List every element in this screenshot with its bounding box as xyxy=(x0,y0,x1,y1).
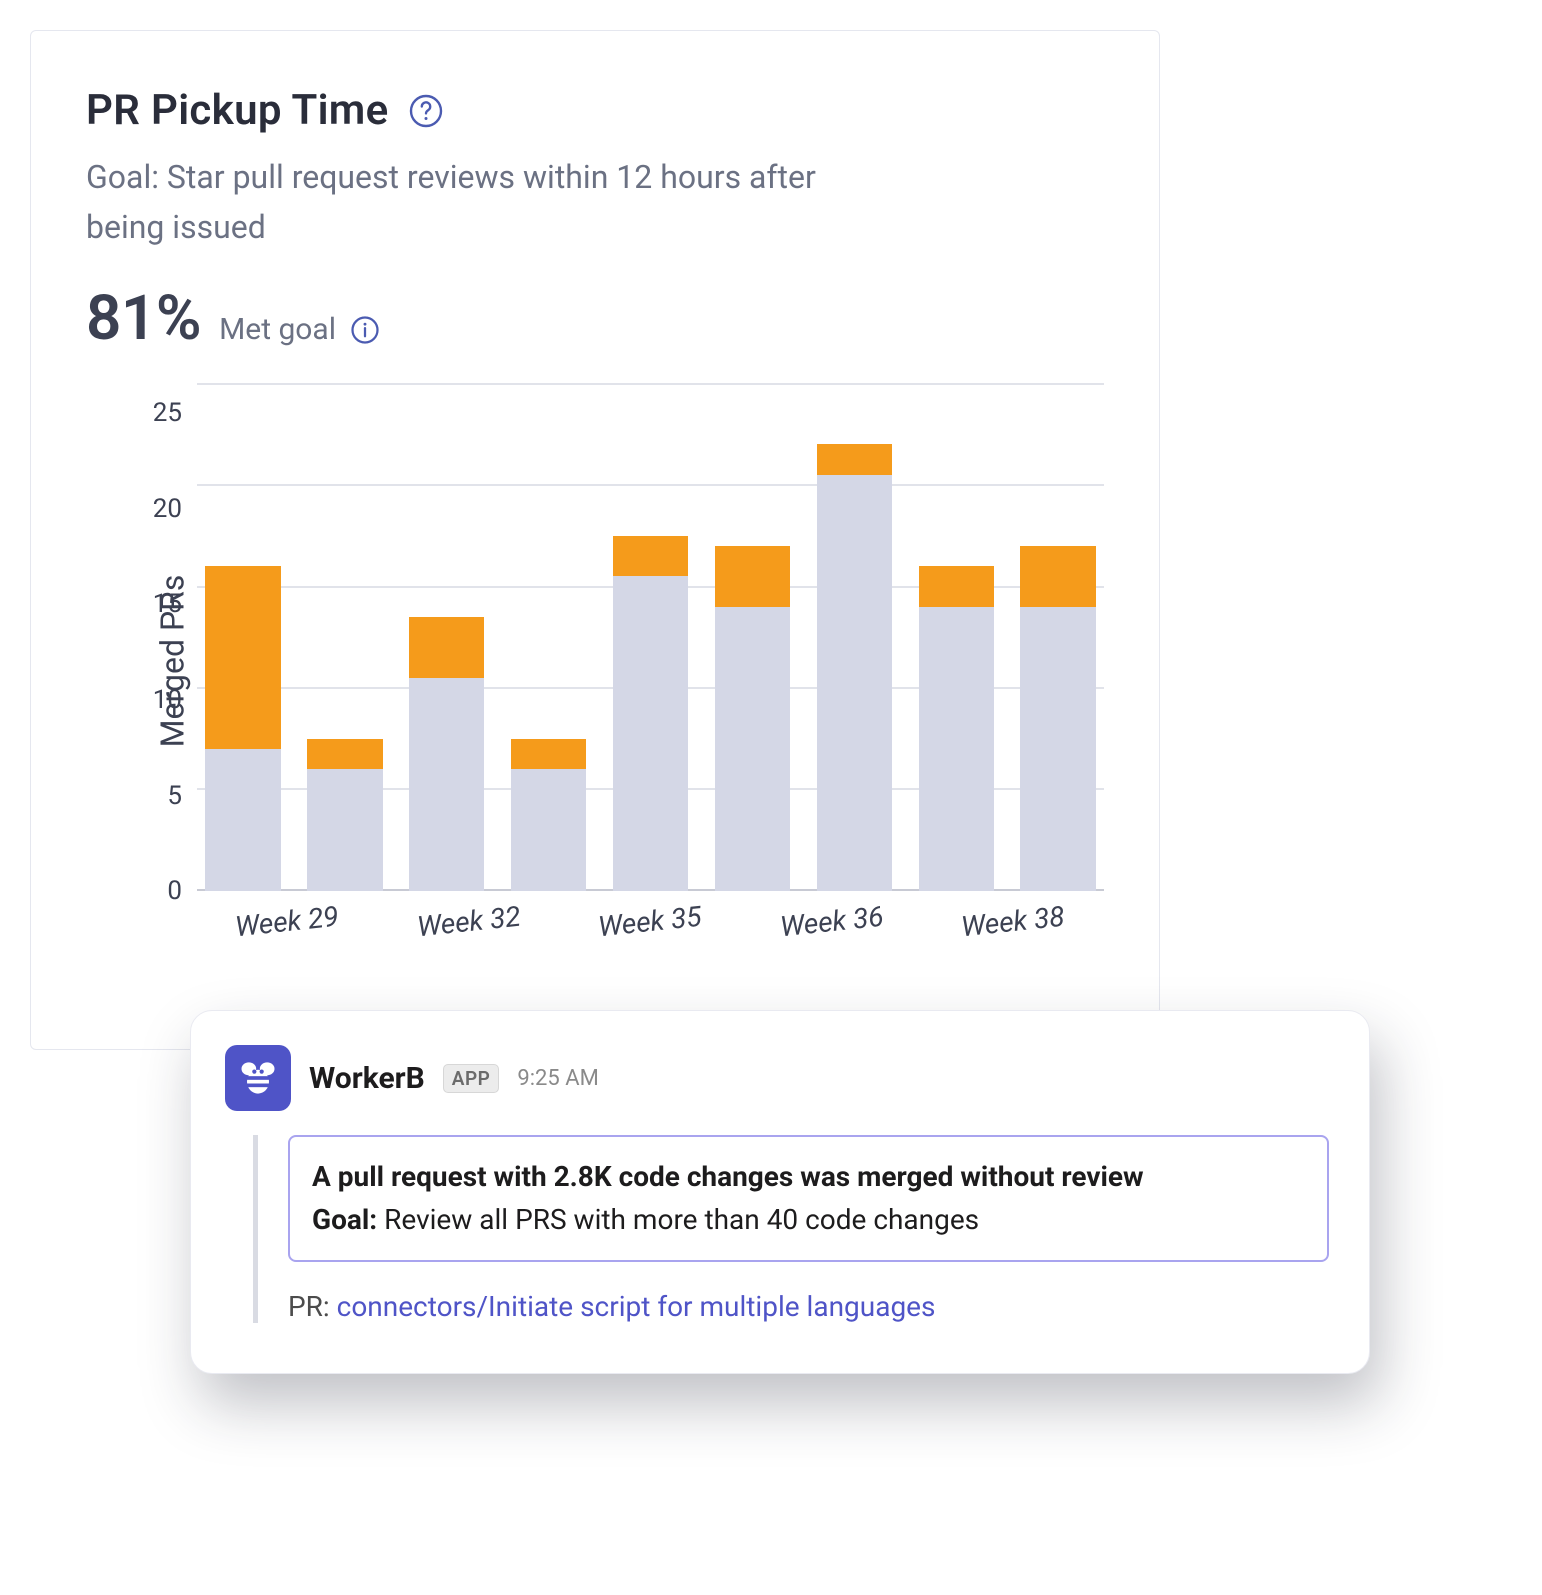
callout-goal-text: Review all PRS with more than 40 code ch… xyxy=(384,1203,979,1236)
callout-line-2: Goal: Review all PRS with more than 40 c… xyxy=(312,1198,1305,1241)
slack-app-name: WorkerB xyxy=(309,1061,425,1096)
metric-label: Met goal xyxy=(219,312,380,347)
x-tick: Week 35 xyxy=(558,896,742,948)
workerb-avatar xyxy=(225,1045,291,1111)
bar[interactable] xyxy=(715,546,790,891)
bar-slot xyxy=(197,383,289,891)
card-title: PR Pickup Time xyxy=(86,86,388,135)
metric-value: 81% xyxy=(86,282,201,355)
bar-segment-missed xyxy=(613,536,688,577)
slack-app-badge: APP xyxy=(443,1064,500,1093)
bar-slot xyxy=(808,383,900,891)
y-tick: 25 xyxy=(153,398,182,428)
info-icon[interactable] xyxy=(350,315,380,345)
chart: Merged PRs 25 20 15 10 5 0 Week 29Week 32Week… xyxy=(86,383,1104,938)
bar-segment-missed xyxy=(307,739,382,769)
y-tick: 5 xyxy=(167,781,182,811)
callout-goal-label: Goal: xyxy=(312,1203,377,1236)
bar-slot xyxy=(1012,383,1104,891)
bar-segment-met xyxy=(919,607,994,891)
slack-callout: A pull request with 2.8K code changes wa… xyxy=(288,1135,1329,1262)
pr-link[interactable]: connectors/Initiate script for multiple … xyxy=(337,1290,936,1323)
pr-pickup-time-card: PR Pickup Time Goal: Star pull request r… xyxy=(30,30,1160,1050)
y-tick: 10 xyxy=(153,685,182,715)
slack-body: A pull request with 2.8K code changes wa… xyxy=(253,1135,1329,1323)
bee-icon xyxy=(236,1056,280,1100)
slack-pr-line: PR: connectors/Initiate script for multi… xyxy=(288,1290,1329,1323)
bar-segment-met xyxy=(205,749,280,891)
bar-slot xyxy=(605,383,697,891)
bar[interactable] xyxy=(1020,546,1095,891)
bars xyxy=(197,383,1104,891)
slack-header: WorkerB APP 9:25 AM xyxy=(225,1045,1329,1111)
bar-segment-missed xyxy=(817,444,892,474)
metric-row: 81% Met goal xyxy=(86,282,1104,355)
bar-slot xyxy=(401,383,493,891)
card-title-row: PR Pickup Time xyxy=(86,86,1104,135)
slack-timestamp: 9:25 AM xyxy=(517,1066,598,1091)
slack-notification-card: WorkerB APP 9:25 AM A pull request with … xyxy=(190,1010,1370,1374)
x-tick: Week 29 xyxy=(195,896,379,948)
bar[interactable] xyxy=(409,617,484,891)
bar-segment-missed xyxy=(919,566,994,607)
bar-segment-met xyxy=(409,678,484,891)
bar-segment-missed xyxy=(511,739,586,769)
bar-segment-met xyxy=(613,576,688,891)
plot-row: 2520151050 xyxy=(136,383,1104,891)
chart-body: 25 20 15 10 5 0 Week 29Week 32Week 35Week 36W… xyxy=(136,383,1104,938)
plot xyxy=(196,383,1104,891)
bar-segment-missed xyxy=(205,566,280,749)
pr-label: PR: xyxy=(288,1290,330,1323)
bar[interactable] xyxy=(307,739,382,891)
bar-segment-met xyxy=(715,607,790,891)
x-tick: Week 32 xyxy=(376,896,560,948)
bar[interactable] xyxy=(817,444,892,891)
y-tick: 0 xyxy=(167,876,182,906)
card-subtitle: Goal: Star pull request reviews within 1… xyxy=(86,153,846,252)
bar-slot xyxy=(299,383,391,891)
bar[interactable] xyxy=(205,566,280,891)
bar-segment-met xyxy=(511,769,586,891)
bar[interactable] xyxy=(511,739,586,891)
bar-segment-missed xyxy=(715,546,790,607)
bar[interactable] xyxy=(613,536,688,892)
bar-slot xyxy=(706,383,798,891)
bar-segment-missed xyxy=(409,617,484,678)
bar-slot xyxy=(910,383,1002,891)
callout-line-1: A pull request with 2.8K code changes wa… xyxy=(312,1155,1305,1198)
bar-segment-missed xyxy=(1020,546,1095,607)
help-icon[interactable] xyxy=(408,93,444,129)
bar-slot xyxy=(503,383,595,891)
metric-label-text: Met goal xyxy=(219,312,336,347)
y-tick: 15 xyxy=(153,589,182,619)
y-tick: 20 xyxy=(153,494,182,524)
x-ticks: Week 29Week 32Week 35Week 36Week 38 xyxy=(196,891,1104,938)
y-axis-label-wrap: Merged PRs xyxy=(86,383,136,938)
bar[interactable] xyxy=(919,566,994,891)
bar-segment-met xyxy=(1020,607,1095,891)
bar-segment-met xyxy=(307,769,382,891)
x-tick: Week 38 xyxy=(921,896,1105,948)
bar-segment-met xyxy=(817,475,892,892)
x-tick: Week 36 xyxy=(740,896,924,948)
